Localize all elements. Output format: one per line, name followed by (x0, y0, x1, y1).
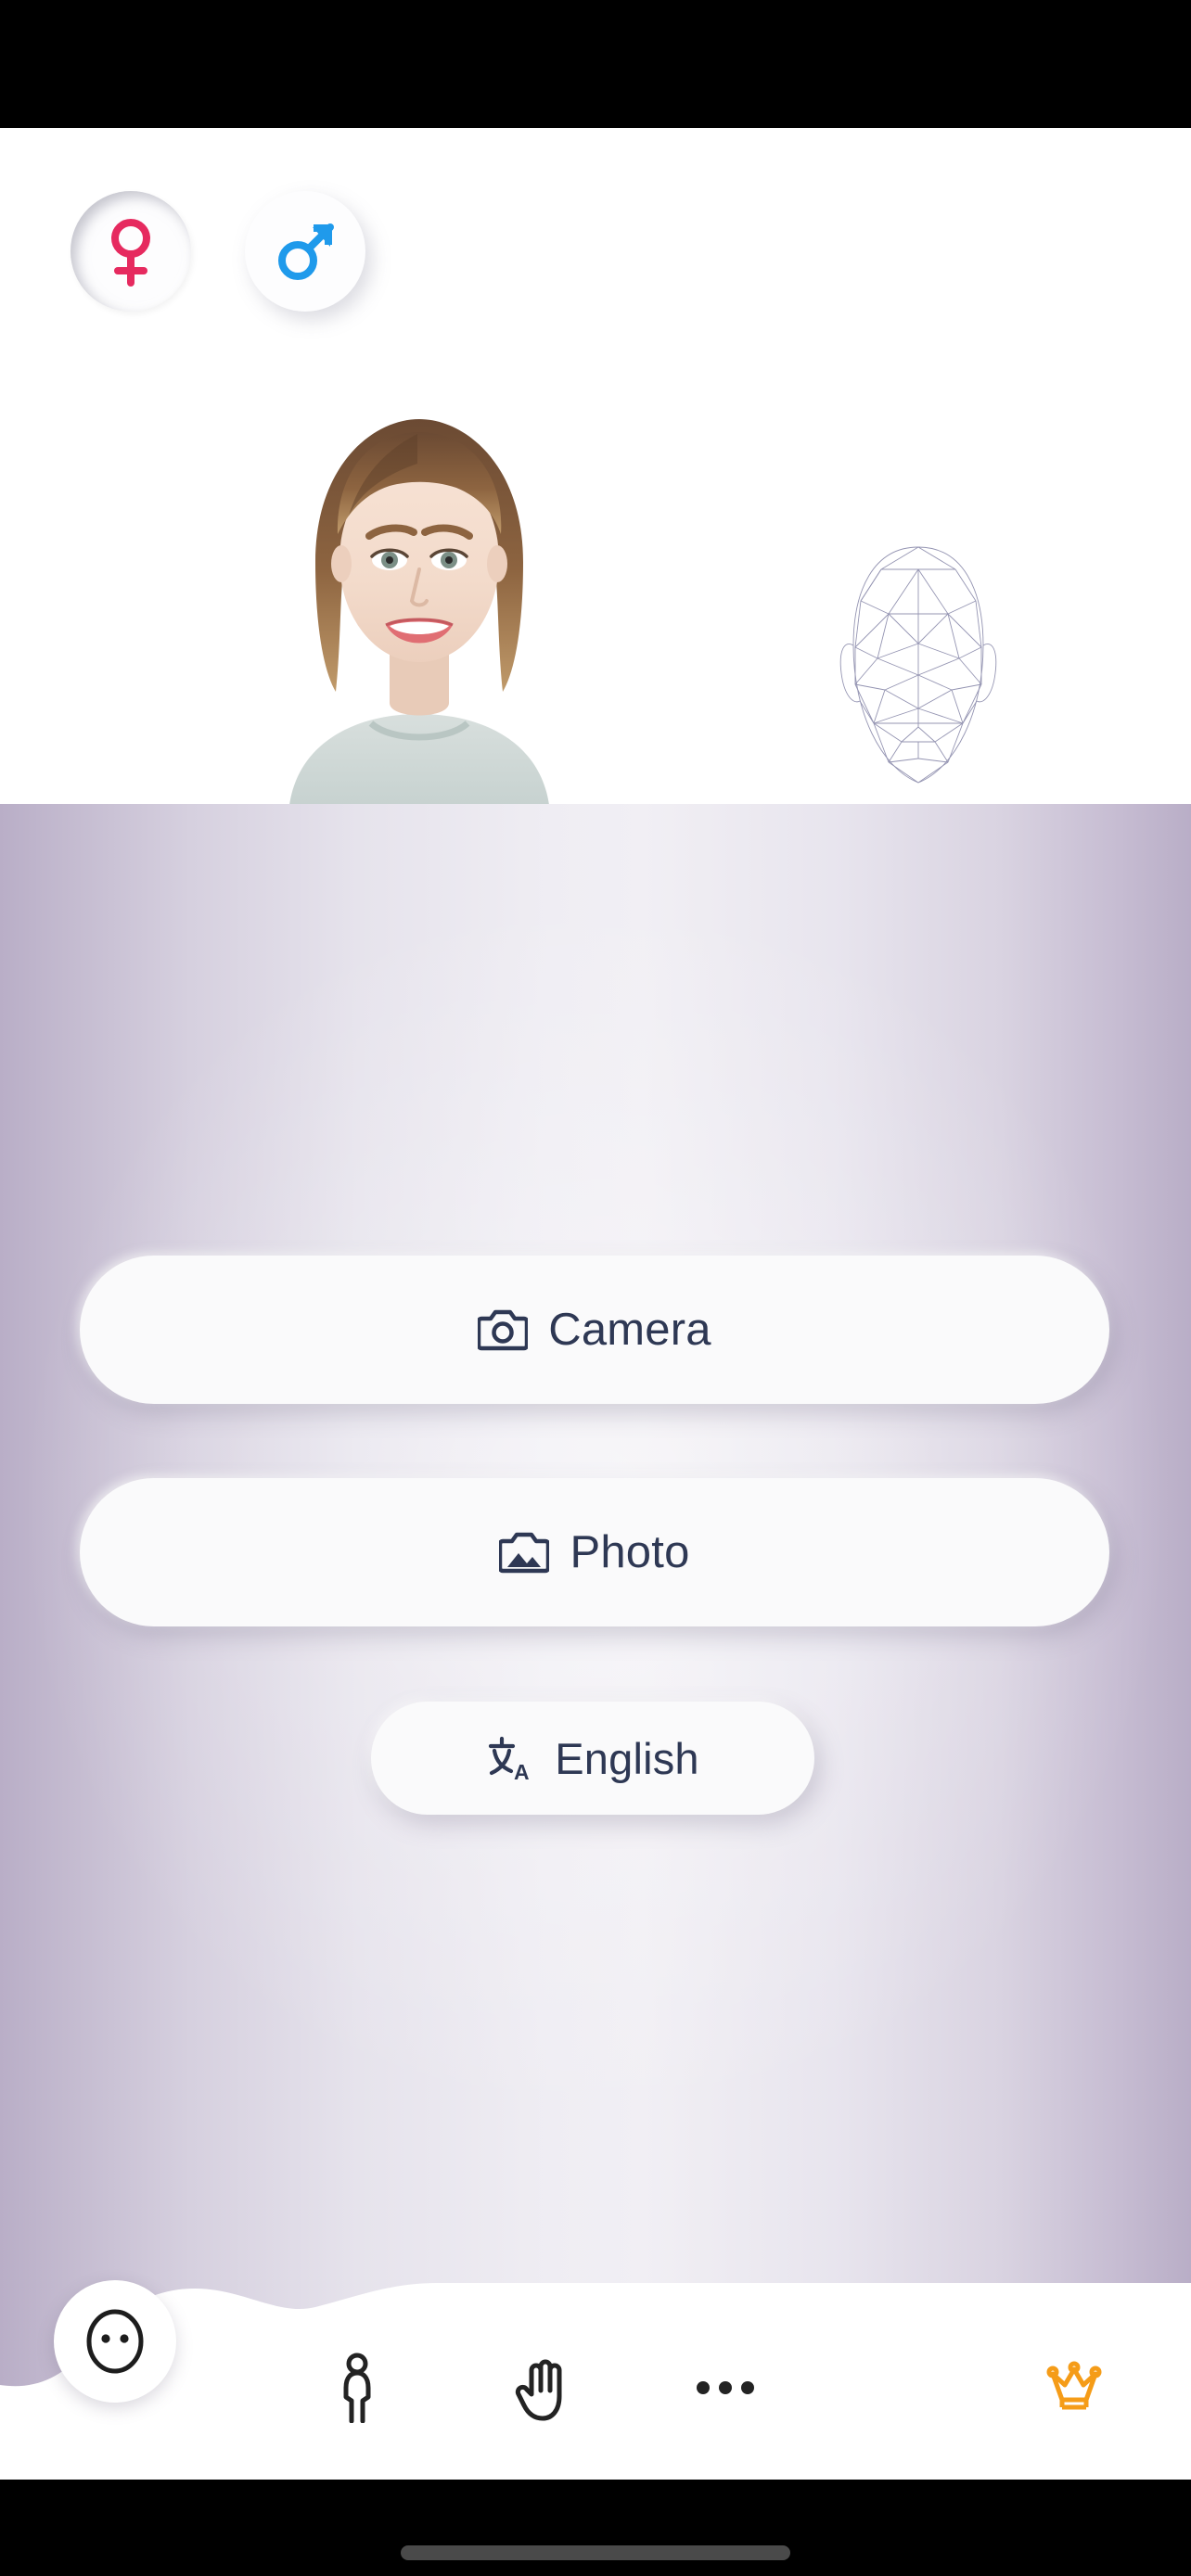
male-gender-icon (278, 223, 334, 280)
language-button-label: English (555, 1733, 699, 1783)
gender-option-male[interactable] (245, 191, 365, 312)
home-indicator[interactable] (401, 2545, 790, 2560)
phone-screen: Camera Photo A English (0, 0, 1191, 2576)
female-gender-icon (111, 219, 150, 287)
face-fab-button[interactable] (54, 2280, 176, 2403)
face-mesh-icon (839, 546, 997, 784)
hero-photo-area (0, 128, 1191, 804)
more-dots-icon (697, 2381, 754, 2394)
person-icon (343, 2353, 371, 2423)
language-button[interactable]: A English (371, 1702, 814, 1815)
gender-selector (70, 191, 365, 312)
svg-text:A: A (514, 1760, 530, 1782)
nav-item-premium[interactable] (1018, 2337, 1130, 2439)
camera-button[interactable]: Camera (80, 1256, 1109, 1404)
crown-icon (1046, 2361, 1102, 2410)
face-mesh-wireframe (816, 536, 1020, 786)
hand-icon (515, 2359, 562, 2421)
photo-button[interactable]: Photo (80, 1478, 1109, 1626)
gender-option-female[interactable] (70, 191, 191, 312)
portrait-photo (271, 397, 568, 804)
photo-button-label: Photo (570, 1527, 690, 1577)
nav-item-person[interactable] (301, 2337, 413, 2439)
face-icon (86, 2309, 144, 2374)
nav-item-more[interactable] (670, 2337, 781, 2439)
status-bar (0, 0, 1191, 128)
bottom-navigation (0, 2227, 1191, 2480)
photo-icon (499, 1532, 550, 1574)
nav-items (0, 2227, 1191, 2480)
system-bottom-bar (0, 2480, 1191, 2576)
camera-button-label: Camera (548, 1305, 711, 1355)
camera-icon (478, 1309, 529, 1351)
nav-item-hand[interactable] (487, 2337, 598, 2439)
translate-icon: A (489, 1736, 530, 1782)
portrait-image (271, 397, 568, 804)
